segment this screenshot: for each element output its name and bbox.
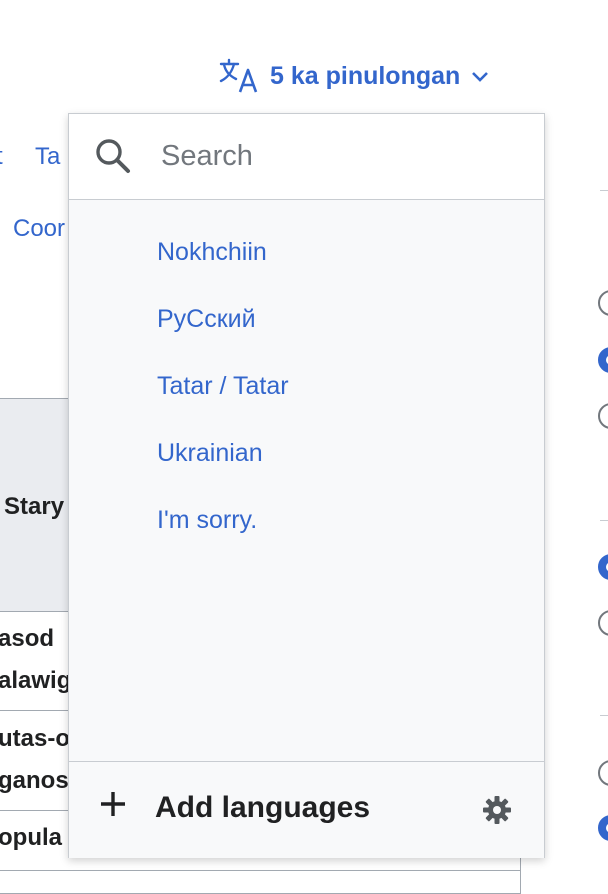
language-list: Nokhchiin РуСский Tatar / Tatar Ukrainia…: [69, 224, 544, 559]
language-item-tatar[interactable]: Tatar / Tatar: [69, 358, 544, 425]
divider: [600, 520, 608, 521]
divider: [600, 190, 608, 191]
tab-partial[interactable]: t: [0, 143, 3, 171]
row-divider: [0, 870, 520, 871]
language-dropdown: Nokhchiin РуСский Tatar / Tatar Ukrainia…: [68, 113, 545, 858]
table-cell: utas-o: [0, 725, 70, 752]
table-cell: alawig: [0, 667, 72, 694]
radio-option[interactable]: [598, 403, 608, 429]
language-search-row: [69, 114, 544, 200]
language-search-input[interactable]: [161, 132, 521, 180]
language-button-label: 5 ka pinulongan: [270, 61, 461, 90]
chevron-down-icon: [470, 69, 490, 83]
plus-icon: [99, 790, 127, 826]
radio-option-selected[interactable]: [598, 554, 608, 580]
tab-partial-2[interactable]: Ta: [35, 143, 60, 171]
radio-option[interactable]: [598, 760, 608, 786]
language-item-sorry[interactable]: I'm sorry.: [69, 492, 544, 559]
language-button[interactable]: 5 ka pinulongan: [218, 58, 490, 94]
radio-option[interactable]: [598, 610, 608, 636]
gear-icon[interactable]: [482, 795, 512, 830]
table-cell: opula: [0, 824, 62, 851]
add-languages-button[interactable]: Add languages: [99, 790, 370, 826]
table-cell: asod: [0, 625, 55, 652]
radio-option-selected[interactable]: [598, 815, 608, 841]
translate-icon: [218, 58, 260, 94]
table-header-text: Stary: [4, 493, 65, 520]
radio-option[interactable]: [598, 290, 608, 316]
search-icon: [94, 137, 132, 180]
table-cell: ganos: [0, 767, 69, 794]
divider: [600, 715, 608, 716]
language-item-nokhchiin[interactable]: Nokhchiin: [69, 224, 544, 291]
add-languages-label: Add languages: [155, 791, 371, 824]
dropdown-footer: Add languages: [69, 761, 544, 858]
coordinates-link[interactable]: Coor: [13, 215, 65, 243]
language-item-russian[interactable]: РуСский: [69, 291, 544, 358]
language-item-ukrainian[interactable]: Ukrainian: [69, 425, 544, 492]
radio-option-selected[interactable]: [598, 347, 608, 373]
